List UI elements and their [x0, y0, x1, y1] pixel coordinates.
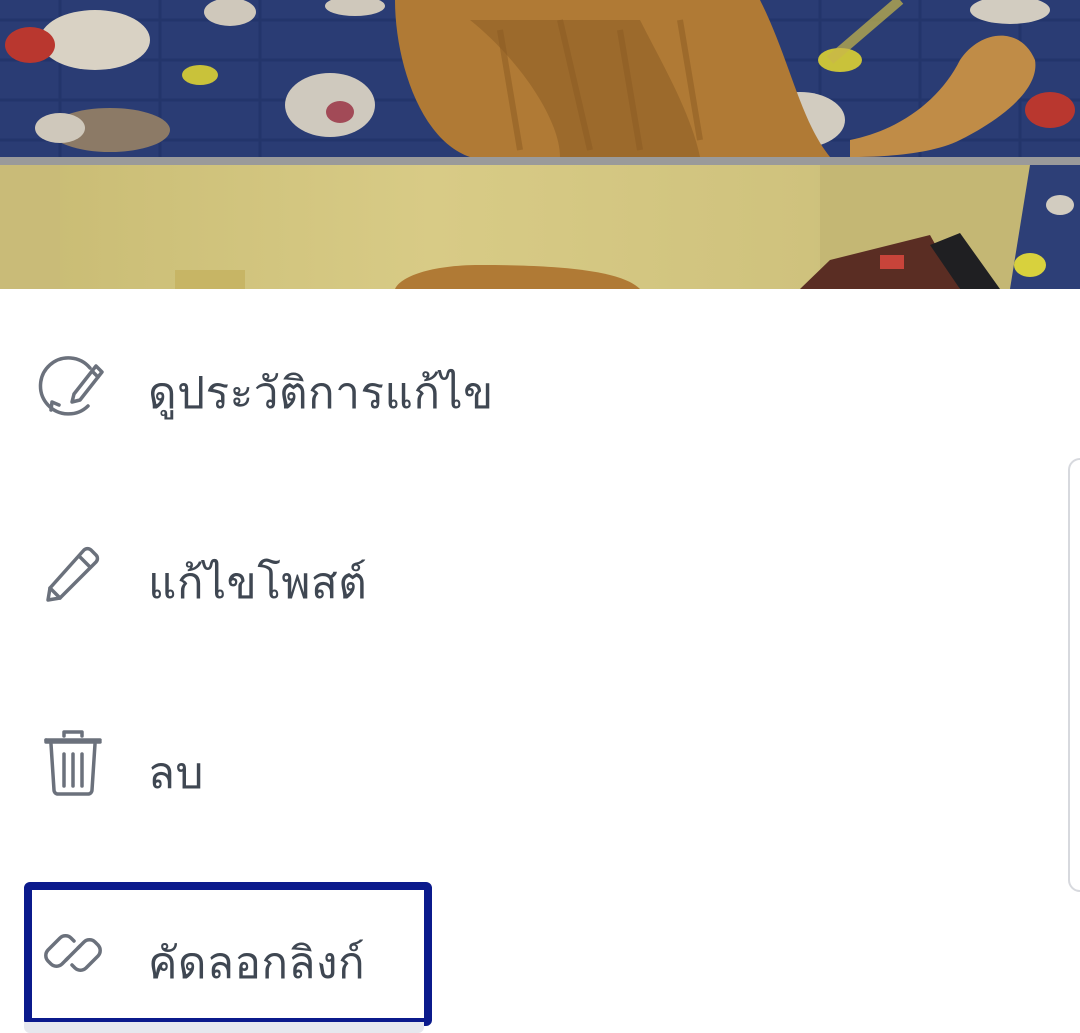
- highlight-shadow: [24, 1022, 424, 1033]
- photo-divider: [0, 157, 1080, 165]
- post-photo-bottom: [0, 165, 1080, 289]
- menu-item-delete[interactable]: ลบ: [0, 669, 1060, 859]
- screen: ดูประวัติการแก้ไข แก้ไขโพสต์ ลบ คัดลอกลิ…: [0, 0, 1080, 1033]
- link-icon: [36, 916, 110, 990]
- pencil-icon: [36, 536, 110, 610]
- menu-item-edit-post[interactable]: แก้ไขโพสต์: [0, 479, 1060, 669]
- menu-item-view-edit-history[interactable]: ดูประวัติการแก้ไข: [0, 289, 1060, 479]
- menu-item-label: คัดลอกลิงก์: [148, 938, 366, 989]
- menu-item-label: ดูประวัติการแก้ไข: [148, 368, 494, 419]
- menu-item-label: ลบ: [148, 748, 204, 799]
- trash-icon: [36, 726, 110, 800]
- menu-item-label: แก้ไขโพสต์: [148, 558, 368, 609]
- edge-panel-handle[interactable]: [1068, 458, 1080, 892]
- menu-item-copy-link[interactable]: คัดลอกลิงก์: [0, 859, 1060, 1033]
- edit-history-icon: [36, 346, 110, 420]
- post-photo-top: [0, 0, 1080, 157]
